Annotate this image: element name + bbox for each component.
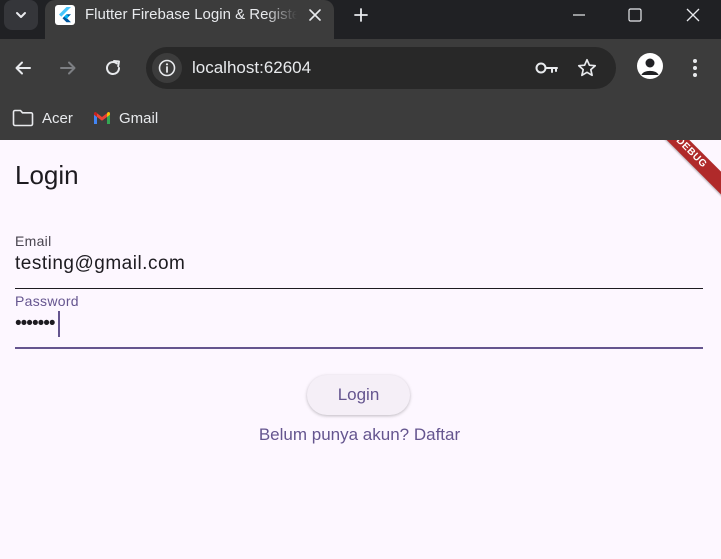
- login-button[interactable]: Login: [307, 375, 410, 415]
- gmail-icon: [94, 111, 110, 124]
- address-bar[interactable]: localhost:62604: [146, 47, 616, 89]
- url-text[interactable]: localhost:62604: [192, 58, 311, 78]
- browser-tab-strip: Flutter Firebase Login & Register: [0, 0, 721, 39]
- back-button[interactable]: [8, 53, 38, 83]
- register-link[interactable]: Belum punya akun? Daftar: [0, 424, 719, 446]
- new-tab-button[interactable]: [348, 3, 374, 27]
- email-label: Email: [15, 233, 52, 249]
- chevron-down-icon: [16, 12, 26, 18]
- password-input[interactable]: •••••••: [15, 309, 703, 339]
- bookmark-label: Gmail: [119, 109, 159, 127]
- key-icon: [535, 62, 558, 74]
- folder-icon: [12, 109, 34, 127]
- password-label: Password: [15, 293, 79, 309]
- person-icon: [641, 58, 659, 75]
- flutter-favicon-icon: [55, 5, 75, 25]
- email-underline: [15, 288, 703, 289]
- debug-banner: DEBUG: [645, 140, 721, 199]
- tab-close-button[interactable]: [305, 5, 325, 25]
- email-input[interactable]: testing@gmail.com: [15, 252, 703, 276]
- password-underline: [15, 347, 703, 349]
- close-icon: [309, 9, 321, 21]
- back-arrow-icon: [15, 61, 31, 75]
- more-vert-icon: [693, 59, 697, 77]
- forward-button[interactable]: [53, 53, 83, 83]
- email-field[interactable]: Email testing@gmail.com: [15, 233, 703, 290]
- close-window-button[interactable]: [670, 0, 716, 30]
- star-icon: [577, 58, 597, 77]
- page-title: Login: [15, 160, 79, 190]
- reload-button[interactable]: [98, 53, 128, 83]
- plus-icon: [354, 8, 368, 22]
- profile-avatar-button[interactable]: [637, 53, 663, 79]
- bookmark-star-button[interactable]: [572, 53, 602, 83]
- bookmark-gmail[interactable]: Gmail: [93, 105, 158, 131]
- bookmarks-bar: Acer Gmail: [0, 97, 721, 140]
- tab-search-button[interactable]: [4, 0, 38, 30]
- password-field[interactable]: Password •••••••: [15, 293, 703, 350]
- bookmark-acer[interactable]: Acer: [12, 105, 73, 131]
- minimize-icon: [573, 14, 585, 16]
- minimize-button[interactable]: [556, 0, 602, 30]
- app-page: Login DEBUG Email testing@gmail.com Pass…: [0, 140, 721, 559]
- maximize-icon: [628, 8, 642, 22]
- bookmark-label: Acer: [42, 109, 73, 127]
- password-key-button[interactable]: [532, 53, 562, 83]
- tab-title: Flutter Firebase Login & Register: [85, 6, 297, 23]
- browser-toolbar: localhost:62604: [0, 39, 721, 97]
- maximize-button[interactable]: [612, 0, 658, 30]
- password-masked-text: •••••••: [15, 313, 56, 334]
- reload-icon: [106, 60, 121, 75]
- info-icon: [158, 59, 176, 77]
- browser-menu-button[interactable]: [684, 53, 706, 83]
- site-info-button[interactable]: [152, 53, 182, 83]
- browser-tab[interactable]: Flutter Firebase Login & Register: [45, 0, 334, 39]
- forward-arrow-icon: [60, 61, 76, 75]
- close-icon: [686, 8, 700, 22]
- text-cursor: [57, 311, 60, 337]
